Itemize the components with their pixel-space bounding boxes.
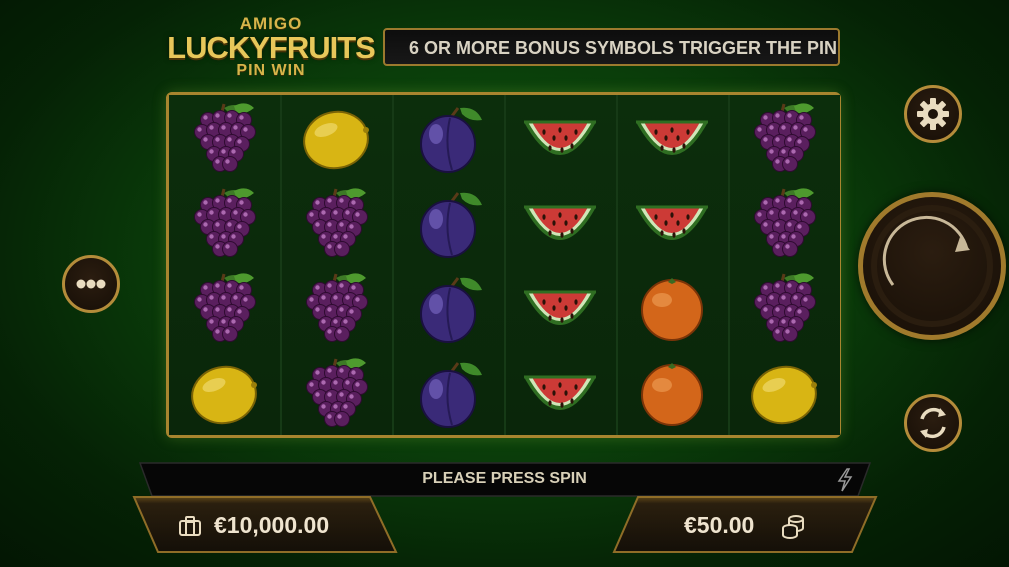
orange-icon [641,363,703,426]
autoplay-icon [920,407,946,439]
autoplay-button[interactable] [904,394,962,452]
symbol-grapes [169,180,280,265]
symbol-orange [617,350,728,435]
symbol-grapes [169,265,280,350]
watermelon-icon [524,290,596,325]
balance-display: €10,000.00 [176,510,376,542]
reel-3 [393,95,504,435]
symbol-grapes [729,95,840,180]
symbol-lemon [169,350,280,435]
ticker-text: 6 OR MORE BONUS SYMBOLS TRIGGER THE PIN … [409,38,840,58]
reel-2 [281,95,392,435]
status-message: PLEASE PRESS SPIN [422,470,587,487]
briefcase-icon [179,516,201,536]
bet-value: €50.00 [684,512,755,538]
grapes-icon [754,188,816,257]
symbol-grapes [281,265,392,350]
plum-icon [420,107,482,173]
symbol-watermelon [505,265,616,350]
lemon-icon [751,365,817,425]
lemon-icon [303,110,369,170]
symbol-plum [393,180,504,265]
reel-separator [504,95,506,435]
grapes-icon [306,188,368,257]
symbol-watermelon [505,350,616,435]
symbol-plum [393,265,504,350]
symbol-watermelon [617,180,728,265]
orange-icon [641,278,703,341]
watermelon-icon [636,120,708,155]
watermelon-icon [524,120,596,155]
gear-icon [917,98,949,130]
lightning-icon[interactable] [837,468,853,492]
symbol-orange [617,265,728,350]
settings-button[interactable] [904,85,962,143]
reel-6 [729,95,840,435]
reel-separator [728,95,730,435]
grapes-icon [754,103,816,172]
spin-arrow-icon [871,205,993,327]
logo-line-pinwin: PIN WIN [236,62,306,79]
symbol-watermelon [617,95,728,180]
reel-separator [280,95,282,435]
grapes-icon [194,273,256,342]
watermelon-icon [524,205,596,240]
plum-icon [420,192,482,258]
reel-4 [505,95,616,435]
symbol-grapes [169,95,280,180]
watermelon-icon [524,375,596,410]
plum-icon [420,362,482,428]
grapes-icon [194,188,256,257]
reel-separator [616,95,618,435]
plum-icon [420,277,482,343]
reel-grid [166,92,841,438]
symbol-grapes [281,180,392,265]
grapes-icon [306,358,368,427]
menu-button[interactable] [62,255,120,313]
symbol-watermelon [505,95,616,180]
symbol-grapes [729,265,840,350]
grapes-icon [306,273,368,342]
symbol-grapes [281,350,392,435]
reel-5 [617,95,728,435]
coins-icon [782,515,804,539]
grapes-icon [754,273,816,342]
lemon-icon [191,365,257,425]
more-dots-icon [76,279,106,289]
watermelon-icon [636,205,708,240]
reel-separator [392,95,394,435]
symbol-lemon [729,350,840,435]
symbol-grapes [729,180,840,265]
symbol-watermelon [505,180,616,265]
logo-line-luckyfruits: LUCKYFRUITS [167,30,376,65]
symbol-plum [393,350,504,435]
bet-display[interactable]: €50.00 [684,510,824,542]
game-logo: AMIGO LUCKYFRUITS PIN WIN [163,14,379,80]
symbol-lemon [281,95,392,180]
balance-value: €10,000.00 [214,512,330,538]
info-ticker: 6 OR MORE BONUS SYMBOLS TRIGGER THE PIN … [383,28,840,66]
spin-button[interactable] [858,192,1006,340]
symbol-plum [393,95,504,180]
reel-1 [169,95,280,435]
grapes-icon [194,103,256,172]
